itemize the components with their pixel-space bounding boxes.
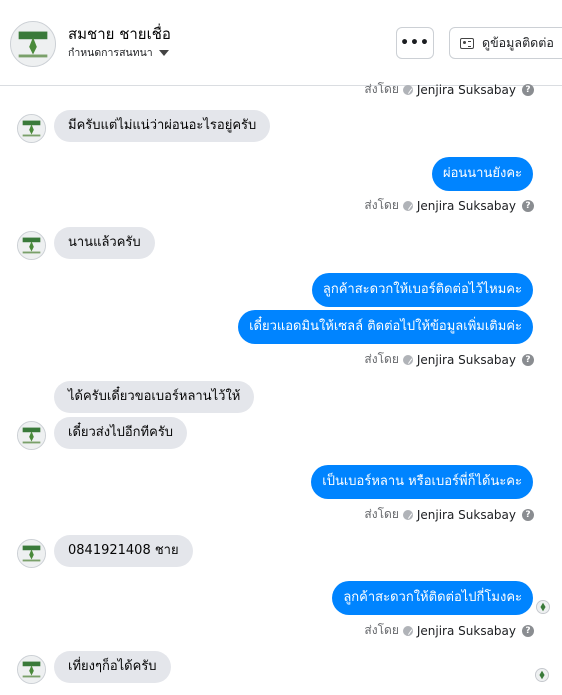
message-thread[interactable]: ส่งโดย Jenjira Suksabay ? มีครับแต่ไม่แน…	[0, 82, 562, 695]
incoming-message[interactable]: นานแล้วครับ	[54, 227, 155, 259]
logo-icon	[18, 115, 45, 142]
seen-indicator-avatar	[536, 600, 550, 614]
outgoing-message[interactable]: ลูกค้าสะดวกให้เบอร์ติดต่อไว้ไหมคะ	[311, 273, 533, 307]
outgoing-message[interactable]: เดี๋ยวแอดมินให้เซลล์ ติดต่อไปให้ข้อมูลเพ…	[238, 310, 533, 344]
incoming-message[interactable]: เที่ยงๆก็อได้ครับ	[54, 651, 171, 683]
logo-icon	[18, 422, 45, 449]
conversation-status-dropdown[interactable]: กำหนดการสนทนา	[68, 44, 169, 61]
conversation-status: กำหนดการสนทนา	[68, 47, 153, 59]
contact-card-icon	[460, 37, 474, 49]
logo-icon	[18, 540, 45, 567]
sent-by-prefix: ส่งโดย	[364, 623, 399, 637]
caret-down-icon	[158, 49, 169, 56]
conversation-header: สมชาย ชายเชื่อ กำหนดการสนทนา ••• ดูข้อมู…	[0, 0, 562, 86]
sender-avatar[interactable]	[17, 655, 46, 684]
sent-by-line: ส่งโดย Jenjira Suksabay ?	[364, 505, 534, 524]
page-check-icon	[402, 509, 413, 520]
incoming-message[interactable]: ได้ครับเดี๋ยวขอเบอร์หลานไว้ให้	[54, 381, 255, 413]
contact-avatar[interactable]	[10, 21, 56, 67]
page-check-icon	[402, 84, 413, 95]
sent-by-prefix: ส่งโดย	[364, 352, 399, 366]
outgoing-message[interactable]: เป็นเบอร์หลาน หรือเบอร์พี่ก็ได้นะคะ	[311, 465, 533, 499]
help-icon[interactable]: ?	[522, 83, 534, 96]
logo-icon	[18, 232, 45, 259]
sent-by-agent: Jenjira Suksabay	[416, 198, 516, 213]
logo-icon	[18, 656, 45, 683]
page-check-icon	[402, 354, 413, 365]
help-icon[interactable]: ?	[522, 353, 534, 366]
sent-by-line: ส่งโดย Jenjira Suksabay ?	[364, 350, 534, 369]
sent-by-agent: Jenjira Suksabay	[416, 507, 516, 522]
sender-avatar[interactable]	[17, 539, 46, 568]
logo-icon	[536, 669, 548, 681]
page-check-icon	[402, 625, 413, 636]
view-contact-info-button[interactable]: ดูข้อมูลติดต่อ	[449, 27, 562, 59]
help-icon[interactable]: ?	[522, 508, 534, 521]
sent-by-agent: Jenjira Suksabay	[416, 352, 516, 367]
sender-avatar[interactable]	[17, 114, 46, 143]
incoming-message[interactable]: 0841921408 ชาย	[54, 535, 193, 567]
help-icon[interactable]: ?	[522, 199, 534, 212]
sent-by-line: ส่งโดย Jenjira Suksabay ?	[364, 80, 534, 99]
sender-avatar[interactable]	[17, 421, 46, 450]
sent-by-line: ส่งโดย Jenjira Suksabay ?	[364, 196, 534, 215]
incoming-message[interactable]: มีครับแต่ไม่แน่ว่าผ่อนอะไรอยู่ครับ	[54, 110, 271, 142]
sender-avatar[interactable]	[17, 231, 46, 260]
sent-by-agent: Jenjira Suksabay	[416, 623, 516, 638]
logo-icon	[11, 22, 55, 66]
incoming-message[interactable]: เดี๋ยวส่งไปอีกทีครับ	[54, 417, 188, 449]
sent-by-prefix: ส่งโดย	[364, 198, 399, 212]
outgoing-message[interactable]: ลูกค้าสะดวกให้ติดต่อไปกี่โมงคะ	[332, 581, 533, 615]
outgoing-message[interactable]: ผ่อนนานยังคะ	[431, 157, 533, 191]
help-icon[interactable]: ?	[522, 624, 534, 637]
contact-name[interactable]: สมชาย ชายเชื่อ	[68, 22, 171, 46]
sent-by-line: ส่งโดย Jenjira Suksabay ?	[364, 621, 534, 640]
view-contact-info-label: ดูข้อมูลติดต่อ	[482, 35, 554, 50]
sent-by-prefix: ส่งโดย	[364, 507, 399, 521]
sent-by-prefix: ส่งโดย	[364, 82, 399, 96]
more-options-button[interactable]: •••	[396, 27, 434, 59]
logo-icon	[537, 601, 549, 613]
page-check-icon	[402, 200, 413, 211]
sent-by-agent: Jenjira Suksabay	[416, 82, 516, 97]
seen-indicator-avatar	[535, 668, 549, 682]
